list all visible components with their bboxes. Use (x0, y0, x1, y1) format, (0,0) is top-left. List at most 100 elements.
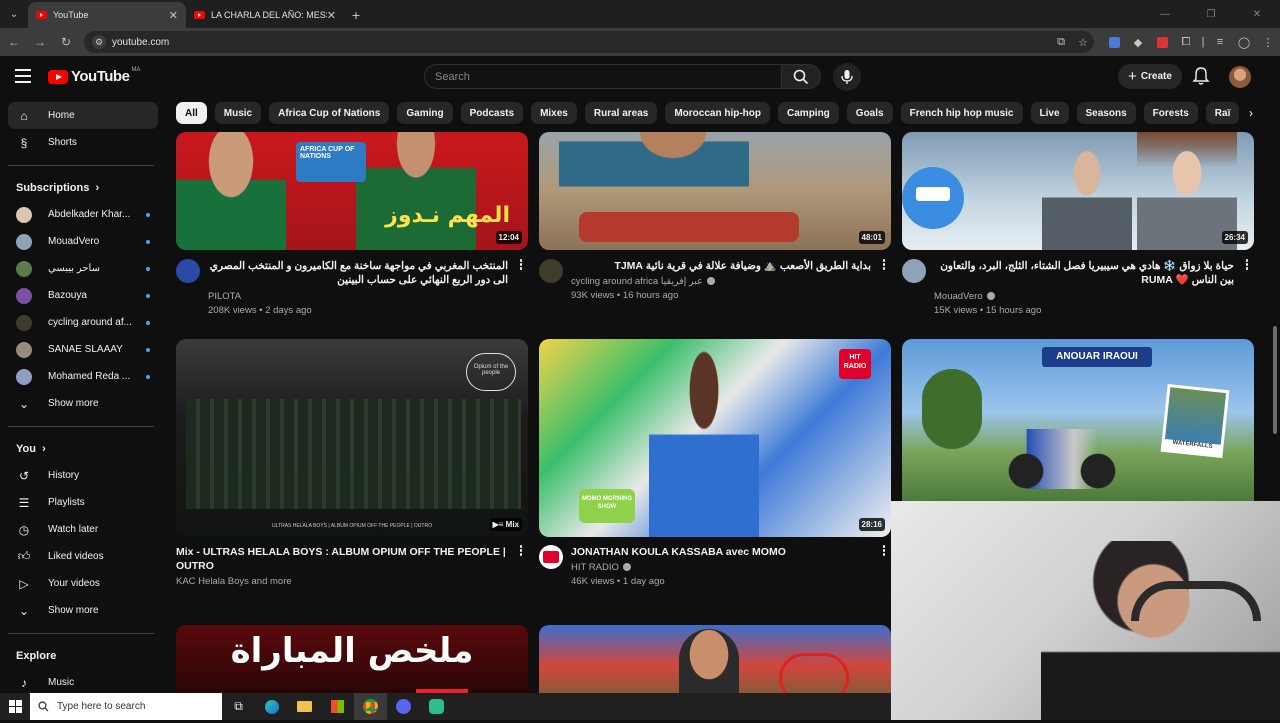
close-tab-icon[interactable]: ✕ (169, 9, 178, 22)
diamond-extension-icon[interactable]: ◆ (1126, 32, 1150, 52)
chip-podcasts[interactable]: Podcasts (460, 102, 524, 124)
channel-avatar[interactable] (539, 259, 563, 283)
browser-tab-youtube[interactable]: YouTube ✕ (28, 2, 186, 28)
chips-next-arrow-icon[interactable]: › (1242, 102, 1260, 124)
more-actions-icon[interactable] (518, 545, 524, 557)
sidebar-item-playlists[interactable]: ☰ Playlists (8, 489, 158, 516)
tab-search-icon[interactable]: ⌄ (0, 0, 28, 28)
subscription-item[interactable]: ساحر بيبسي (8, 255, 158, 282)
windows-start-icon[interactable] (0, 693, 30, 720)
video-thumbnail[interactable]: ANOUAR IRAOUI WATERFALLS (902, 339, 1254, 501)
create-button[interactable]: + Create (1118, 64, 1182, 89)
puzzle-extensions-icon[interactable]: ⧠ (1174, 32, 1198, 52)
search-input[interactable]: Search (424, 64, 782, 89)
close-window-icon[interactable]: ✕ (1234, 0, 1280, 28)
browser-tab-charla[interactable]: LA CHARLA DEL AÑO: MESSI E ✕ (186, 2, 344, 28)
chrome-taskbar-icon[interactable] (354, 693, 387, 720)
video-thumbnail[interactable]: ملخص المباراة (176, 625, 528, 693)
video-title[interactable]: حياة بلا زواق ❄️ هادي هي سيبيريا فصل الش… (934, 259, 1234, 287)
sidebar-item-your-videos[interactable]: ▷ Your videos (8, 570, 158, 597)
page-scrollbar[interactable] (1270, 56, 1280, 501)
video-title[interactable]: Mix - ULTRAS HELALA BOYS : ALBUM OPIUM O… (176, 545, 506, 573)
channel-avatar[interactable] (539, 545, 563, 569)
channel-avatar[interactable] (902, 259, 926, 283)
discord-taskbar-icon[interactable] (387, 693, 420, 720)
chip-forests[interactable]: Forests (1143, 102, 1198, 124)
video-thumbnail[interactable]: AFRICA CUP OF NATIONS المهم نـدوز 12:04 (176, 132, 528, 250)
voice-search-button[interactable] (833, 63, 861, 91)
channel-name[interactable]: HIT RADIO (571, 562, 631, 573)
show-more-subscriptions[interactable]: ⌄ Show more (8, 390, 158, 417)
chip-music[interactable]: Music (214, 102, 262, 124)
translate-extension-icon[interactable] (1102, 32, 1126, 52)
channel-name[interactable]: MouadVero (934, 291, 995, 302)
video-thumbnail[interactable]: 26:34 (902, 132, 1254, 250)
subscription-item[interactable]: cycling around af... (8, 309, 158, 336)
install-app-icon[interactable]: ⧉ (1050, 36, 1072, 49)
app-taskbar-icon[interactable] (420, 693, 453, 720)
sidebar-item-home[interactable]: ⌂ Home (8, 102, 158, 129)
search-button[interactable] (781, 64, 821, 89)
youtube-logo[interactable]: YouTube MA (48, 67, 140, 85)
menu-icon[interactable] (15, 69, 31, 83)
subscription-item[interactable]: Mohamed Reda ... (8, 363, 158, 390)
taskbar-search-input[interactable]: Type here to search (30, 693, 222, 720)
task-view-icon[interactable]: ⧉ (222, 693, 255, 720)
microsoft-store-icon[interactable] (321, 693, 354, 720)
notifications-bell-icon[interactable] (1192, 66, 1210, 86)
chip-mixes[interactable]: Mixes (531, 102, 577, 124)
chip-gaming[interactable]: Gaming (397, 102, 453, 124)
sidebar-item-watch-later[interactable]: ◷ Watch later (8, 516, 158, 543)
sidebar-item-liked-videos[interactable]: 👍︎ Liked videos (8, 543, 158, 570)
more-actions-icon[interactable] (881, 545, 887, 557)
account-avatar[interactable] (1229, 66, 1251, 88)
subscription-item[interactable]: SANAE SLAAAY (8, 336, 158, 363)
restore-icon[interactable]: ❐ (1188, 0, 1234, 28)
more-actions-icon[interactable] (518, 259, 524, 271)
edge-browser-icon[interactable] (255, 693, 288, 720)
show-more-you[interactable]: ⌄ Show more (8, 597, 158, 624)
chip-all[interactable]: All (176, 102, 207, 124)
chip-moroccan-hip-hop[interactable]: Moroccan hip-hop (665, 102, 771, 124)
chip-africa-cup-of-nations[interactable]: Africa Cup of Nations (269, 102, 390, 124)
back-icon[interactable]: ← (2, 30, 26, 54)
subscription-item[interactable]: Bazouya (8, 282, 158, 309)
sidebar-item-music[interactable]: ♪ Music (8, 669, 158, 696)
chip-rural-areas[interactable]: Rural areas (584, 102, 658, 124)
chip-goals[interactable]: Goals (846, 102, 893, 124)
bookmark-star-icon[interactable]: ☆ (1072, 36, 1094, 49)
chip-camping[interactable]: Camping (778, 102, 839, 124)
video-title[interactable]: المنتخب المغربي في مواجهة ساخنة مع الكام… (208, 259, 508, 287)
video-thumbnail[interactable]: Opium of the people ULTRAS HELALA BOYS |… (176, 339, 528, 537)
chip-live[interactable]: Live (1030, 102, 1069, 124)
scrollbar-thumb[interactable] (1273, 326, 1277, 434)
video-title[interactable]: بداية الطريق الأصعب ⛰️ وضيافة علالة في ق… (571, 259, 871, 273)
channel-name[interactable]: PILOTA (208, 291, 241, 302)
video-thumbnail[interactable]: HIT RADIO MOMO MORNING SHOW 28:16 (539, 339, 891, 537)
channel-name[interactable]: KAC Helala Boys and more (176, 576, 292, 587)
chrome-menu-icon[interactable]: ⋮ (1256, 32, 1280, 52)
close-tab-icon[interactable]: ✕ (327, 9, 336, 22)
video-thumbnail[interactable]: 48:01 (539, 132, 891, 250)
channel-name[interactable]: cycling around africa عبر إفريقيا (571, 276, 715, 287)
channel-avatar[interactable] (176, 259, 200, 283)
sidebar-item-shorts[interactable]: § Shorts (8, 129, 158, 156)
profile-icon[interactable]: ◯ (1232, 32, 1256, 52)
site-info-icon[interactable]: ⚙ (92, 35, 106, 49)
more-actions-icon[interactable] (881, 259, 887, 271)
video-thumbnail[interactable] (539, 625, 891, 693)
more-actions-icon[interactable] (1244, 259, 1250, 271)
file-explorer-icon[interactable] (288, 693, 321, 720)
forward-icon[interactable]: → (28, 30, 52, 54)
subscription-item[interactable]: Abdelkader Khar... (8, 201, 158, 228)
red-extension-icon[interactable] (1150, 32, 1174, 52)
video-title[interactable]: JONATHAN KOULA KASSABA avec MOMO (571, 545, 871, 559)
subscriptions-heading[interactable]: Subscriptions › (8, 175, 158, 201)
chip-seasons[interactable]: Seasons (1076, 102, 1136, 124)
reload-icon[interactable]: ↻ (54, 30, 78, 54)
reading-list-icon[interactable]: ≡ (1208, 32, 1232, 52)
address-bar[interactable]: ⚙ youtube.com ⧉ ☆ (84, 31, 1094, 53)
chip-ra-[interactable]: Raï (1205, 102, 1240, 124)
sidebar-item-history[interactable]: ↺ History (8, 462, 158, 489)
new-tab-button[interactable]: + (344, 2, 368, 28)
